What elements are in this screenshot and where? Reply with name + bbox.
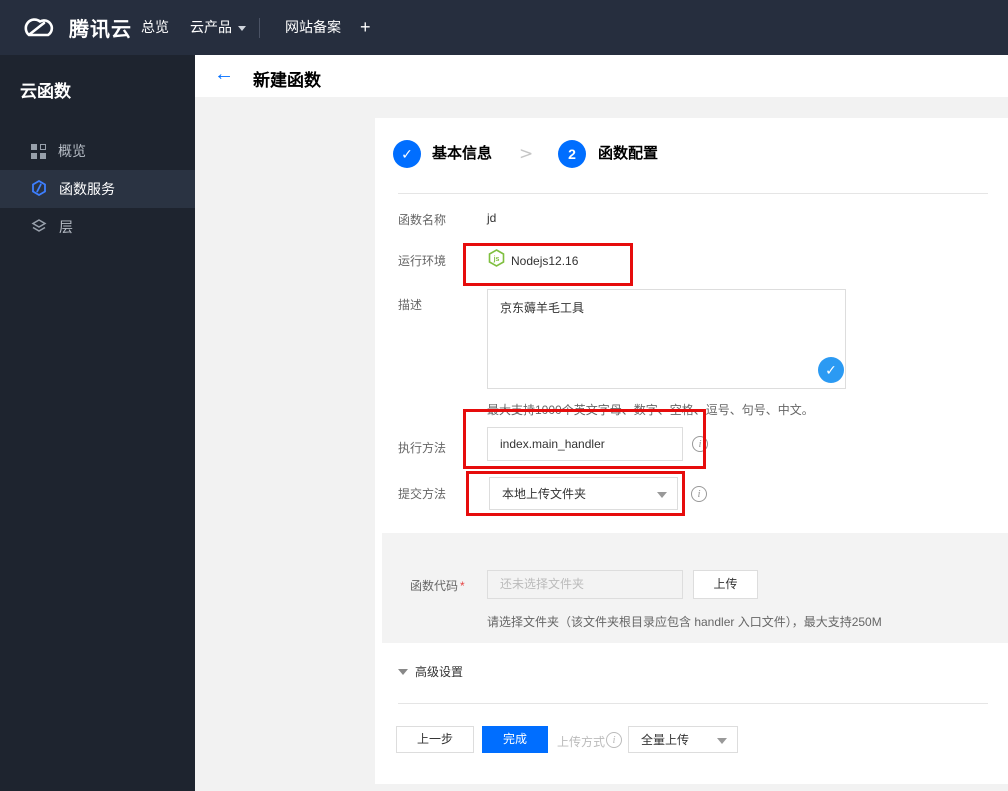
scf-hexagon-icon bbox=[31, 179, 47, 199]
function-code-hint: 请选择文件夹（该文件夹根目录应包含 handler 入口文件），最大支持250M bbox=[487, 615, 882, 629]
topbar: 腾讯云 总览 云产品 网站备案 + bbox=[0, 0, 1008, 55]
chevron-down-icon bbox=[657, 491, 667, 498]
submit-method-label: 提交方法 bbox=[398, 487, 447, 501]
sidebar-title: 云函数 bbox=[20, 82, 71, 101]
submit-method-select[interactable]: 本地上传文件夹 bbox=[489, 477, 678, 510]
handler-label: 执行方法 bbox=[398, 441, 447, 455]
runtime-label: 运行环境 bbox=[398, 254, 447, 268]
brand[interactable]: 腾讯云 bbox=[17, 0, 132, 55]
upload-mode-value: 全量上传 bbox=[641, 733, 690, 747]
folder-path-field: 还未选择文件夹 bbox=[487, 570, 683, 599]
function-code-label: 函数代码 * bbox=[410, 579, 465, 593]
add-tab-button[interactable]: + bbox=[360, 0, 371, 55]
description-valid-check-icon: ✓ bbox=[818, 357, 844, 383]
upload-mode-info-icon[interactable]: i bbox=[606, 732, 622, 748]
function-name-value: jd bbox=[487, 211, 497, 225]
step1-done-icon: ✓ bbox=[393, 140, 421, 168]
topnav-cloud-products[interactable]: 云产品 bbox=[190, 0, 246, 55]
function-code-panel: 函数代码 * 还未选择文件夹 上传 请选择文件夹（该文件夹根目录应包含 handl… bbox=[382, 533, 1008, 643]
topnav-overview[interactable]: 总览 bbox=[141, 0, 169, 55]
triangle-down-icon bbox=[398, 669, 408, 675]
footer-divider bbox=[398, 703, 988, 704]
description-label: 描述 bbox=[398, 298, 423, 312]
step2-label: 函数配置 bbox=[598, 145, 659, 162]
topnav-icp[interactable]: 网站备案 bbox=[285, 0, 341, 55]
topnav-divider bbox=[259, 18, 260, 38]
brand-name: 腾讯云 bbox=[69, 19, 132, 41]
svg-text:js: js bbox=[493, 256, 500, 263]
upload-button[interactable]: 上传 bbox=[693, 570, 758, 599]
sidebar-item-function-service[interactable]: 函数服务 bbox=[0, 170, 195, 208]
layers-icon bbox=[31, 218, 47, 237]
description-hint: 最大支持1000个英文字母、数字、空格、逗号、句号、中文。 bbox=[487, 403, 814, 417]
new-function-card: ✓ 基本信息 > 2 函数配置 函数名称 jd 运行环境 js Nodejs12… bbox=[375, 118, 1008, 784]
sidebar-item-label: 层 bbox=[59, 219, 73, 235]
handler-input[interactable] bbox=[487, 427, 683, 461]
description-textarea[interactable]: 京东薅羊毛工具 bbox=[487, 289, 846, 389]
sidebar-item-label: 概览 bbox=[58, 143, 86, 159]
page-header: ← 新建函数 bbox=[195, 55, 1008, 97]
sidebar-item-overview[interactable]: 概览 bbox=[0, 132, 195, 170]
nodejs-icon: js bbox=[488, 249, 505, 270]
back-arrow-icon[interactable]: ← bbox=[214, 63, 234, 86]
chevron-down-icon bbox=[717, 737, 727, 744]
sidebar: 云函数 概览 函数服务 层 bbox=[0, 55, 195, 791]
runtime-value: Nodejs12.16 bbox=[511, 254, 579, 268]
required-asterisk: * bbox=[460, 579, 465, 593]
finish-button[interactable]: 完成 bbox=[482, 726, 548, 753]
upload-mode-label: 上传方式 bbox=[557, 735, 606, 749]
sidebar-item-layers[interactable]: 层 bbox=[0, 208, 195, 246]
prev-step-button[interactable]: 上一步 bbox=[396, 726, 474, 753]
step1-label: 基本信息 bbox=[432, 145, 493, 162]
chevron-down-icon bbox=[238, 25, 246, 31]
function-name-label: 函数名称 bbox=[398, 213, 447, 227]
handler-info-icon[interactable]: i bbox=[692, 436, 708, 452]
advanced-settings-toggle[interactable]: 高级设置 bbox=[398, 663, 463, 680]
tencent-cloud-logo-icon bbox=[17, 11, 59, 44]
upload-mode-select[interactable]: 全量上传 bbox=[628, 726, 738, 753]
sidebar-item-label: 函数服务 bbox=[59, 181, 115, 197]
steps-divider bbox=[398, 193, 988, 194]
submit-method-info-icon[interactable]: i bbox=[691, 486, 707, 502]
step2-number: 2 bbox=[558, 140, 586, 168]
grid-icon bbox=[31, 143, 46, 159]
step-chevron-icon: > bbox=[519, 144, 534, 164]
submit-method-value: 本地上传文件夹 bbox=[502, 487, 587, 501]
page-title: 新建函数 bbox=[253, 71, 321, 90]
